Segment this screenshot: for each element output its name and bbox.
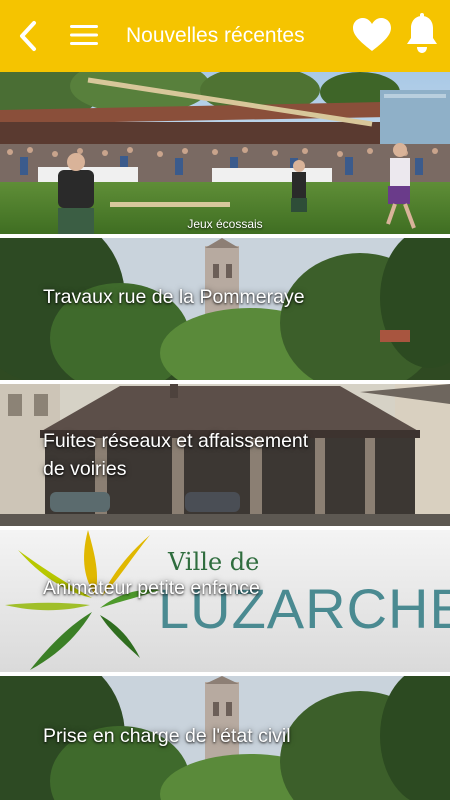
hero-card[interactable]: Jeux écossais [0, 72, 450, 234]
hero-photo [0, 72, 450, 234]
bell-icon [407, 13, 437, 53]
heart-icon [353, 18, 391, 51]
news-item-animateur[interactable]: Ville de LUZARCHES Animateur petite enfa… [0, 530, 450, 672]
news-item-travaux[interactable]: Travaux rue de la Pommeraye [0, 238, 450, 380]
news-item-title: Animateur petite enfance [43, 577, 260, 599]
favorites-button[interactable] [350, 16, 394, 54]
news-item-title: Prise en charge de l'état civil [43, 725, 291, 747]
logo-ville-de: Ville de [167, 548, 259, 576]
news-item-etat-civil[interactable]: Prise en charge de l'état civil [0, 676, 450, 800]
back-button[interactable] [14, 18, 44, 54]
back-arrow-icon [20, 21, 36, 51]
news-item-title: Fuites réseaux et affaissement de voirie… [43, 430, 309, 480]
page-title: Nouvelles récentes [126, 24, 305, 47]
hamburger-menu-icon [70, 25, 98, 45]
news-feed[interactable]: Jeux écossais Travaux rue de la Pommeray… [0, 72, 450, 800]
hero-caption: Jeux écossais [187, 217, 263, 231]
app-header: Nouvelles récentes [0, 0, 450, 72]
menu-button[interactable] [68, 22, 100, 48]
notifications-button[interactable] [404, 12, 440, 56]
news-item-title: Travaux rue de la Pommeraye [43, 286, 305, 308]
news-item-fuites[interactable]: Fuites réseaux et affaissement de voirie… [0, 384, 450, 526]
